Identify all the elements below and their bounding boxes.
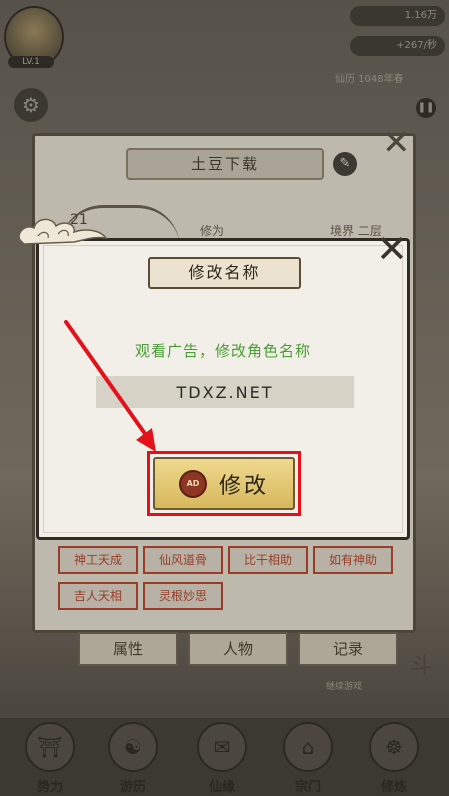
- resource-income-rate: +267/秒: [350, 36, 445, 56]
- cloud-ornament-icon: [18, 218, 108, 245]
- dialog-title: 修改名称: [148, 257, 301, 289]
- trait-tag[interactable]: 神工天成: [58, 546, 138, 574]
- player-level-badge: LV.1: [8, 56, 54, 68]
- confirm-button-label: 修改: [218, 473, 269, 499]
- continue-footnote[interactable]: 继续游戏: [326, 679, 362, 692]
- fate-scroll-icon: ✉: [197, 722, 247, 772]
- sect-icon: ⌂: [283, 722, 333, 772]
- tab-characters[interactable]: 人物: [188, 632, 288, 666]
- travel-icon: ☯: [108, 722, 158, 772]
- nav-label: 势力: [36, 780, 63, 795]
- trait-tag[interactable]: 吉人天相: [58, 582, 138, 610]
- resource-spirit-stones: 1.16万: [350, 6, 445, 26]
- nav-label: 游历: [119, 780, 146, 795]
- trait-tag[interactable]: 仙风道骨: [143, 546, 223, 574]
- ad-video-icon: AD: [178, 469, 207, 498]
- nav-fate[interactable]: ✉ 仙缘: [190, 722, 254, 795]
- pause-icon[interactable]: ❚❚: [416, 98, 436, 118]
- tab-records[interactable]: 记录: [298, 632, 398, 666]
- nav-faction[interactable]: ⛩ 势力: [18, 722, 82, 795]
- cultivate-icon: ☸: [369, 722, 419, 772]
- nav-label: 仙缘: [208, 780, 235, 795]
- trait-tag[interactable]: 灵根妙思: [143, 582, 223, 610]
- character-panel-title: 土豆下载: [126, 148, 324, 180]
- tab-attributes[interactable]: 属性: [78, 632, 178, 666]
- calendar-status: 仙历 1048年春: [335, 74, 404, 85]
- side-glyph: 斗: [410, 654, 433, 679]
- edit-pen-icon[interactable]: ✎: [333, 152, 357, 176]
- rename-confirm-button[interactable]: AD 修改: [153, 457, 295, 510]
- nav-label: 宗门: [294, 780, 321, 795]
- character-panel-close-icon[interactable]: ✕: [382, 126, 411, 160]
- nav-label: 修炼: [380, 780, 407, 795]
- nav-cultivate[interactable]: ☸ 修炼: [362, 722, 426, 795]
- pointer-arrow-icon: [64, 320, 156, 452]
- faction-icon: ⛩: [25, 722, 75, 772]
- close-x-icon[interactable]: ✕: [376, 230, 408, 268]
- settings-gear-icon[interactable]: ⚙: [14, 88, 48, 122]
- trait-tag[interactable]: 如有神助: [313, 546, 393, 574]
- trait-tag[interactable]: 比干相助: [228, 546, 308, 574]
- realm-label: 境界 二层: [330, 224, 382, 238]
- nav-sect[interactable]: ⌂ 宗门: [276, 722, 340, 795]
- cultivation-label: 修为: [200, 224, 225, 238]
- nav-travel[interactable]: ☯ 游历: [101, 722, 165, 795]
